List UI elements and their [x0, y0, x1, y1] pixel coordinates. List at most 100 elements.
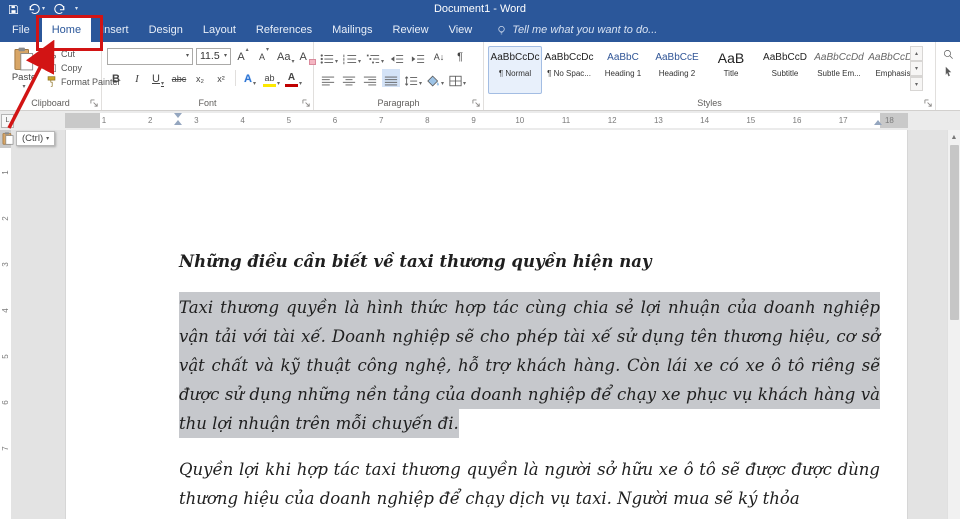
first-line-indent-marker[interactable]: [174, 113, 182, 118]
style-item-heading-1[interactable]: AaBbC Heading 1: [596, 46, 650, 94]
find-button[interactable]: [943, 49, 954, 60]
underline-glyph: U: [152, 73, 160, 85]
ruler-number-18: 18: [884, 116, 894, 125]
highlight-button[interactable]: ab ▾: [262, 69, 281, 87]
style-item-subtitle[interactable]: AaBbCcD Subtitle: [758, 46, 812, 94]
ruler-number-7: 7: [378, 116, 384, 125]
decrease-indent-button[interactable]: [388, 47, 406, 65]
strikethrough-button[interactable]: abc: [170, 69, 188, 87]
grow-font-button[interactable]: A ▴: [234, 47, 252, 65]
tab-references[interactable]: References: [246, 18, 322, 42]
ribbon-tab-row: File Home Insert Design Layout Reference…: [0, 18, 960, 42]
ruler-number-5: 5: [286, 116, 292, 125]
ruler-number-2: 2: [147, 116, 153, 125]
align-center-button[interactable]: [340, 69, 358, 87]
selected-text[interactable]: Taxi thương quyền là hình thức hợp tác c…: [179, 292, 880, 438]
borders-button[interactable]: ▾: [448, 69, 467, 87]
tab-insert[interactable]: Insert: [91, 18, 139, 42]
h-ruler[interactable]: 1 2 3 4 5 6 7 8 9 10 11 12 13 14 15 16 17 18: [65, 113, 908, 128]
bullets-button[interactable]: ▾: [319, 47, 339, 65]
lightbulb-icon: [498, 25, 505, 34]
subscript-button[interactable]: x₂: [191, 69, 209, 87]
tab-mailings[interactable]: Mailings: [322, 18, 382, 42]
styles-dialog-launcher[interactable]: [924, 99, 933, 108]
change-case-caret-icon: ▾: [291, 59, 295, 65]
shading-button[interactable]: ▾: [426, 69, 445, 87]
paragraph-dialog-launcher[interactable]: [472, 99, 481, 108]
font-color-caret-icon: ▾: [299, 81, 303, 87]
right-indent-marker[interactable]: [874, 120, 882, 125]
text-effects-button[interactable]: A ▾: [241, 69, 259, 87]
document-paragraph-selected[interactable]: Taxi thương quyền là hình thức hợp tác c…: [179, 292, 880, 438]
increase-indent-button[interactable]: [409, 47, 427, 65]
bullets-caret-icon: ▾: [335, 59, 339, 65]
document-area: 1 2 3 4 5 6 7 (Ctrl) ▾ Những điều cần biết về …: [0, 130, 960, 519]
paste-button[interactable]: Paste ▾: [6, 47, 42, 90]
h-ruler-text-area: [100, 113, 880, 128]
style-name: ¶ Normal: [498, 69, 532, 78]
text-effects-glyph: A: [244, 73, 252, 85]
italic-button[interactable]: I: [128, 69, 146, 87]
style-preview: AaBbCcD: [763, 52, 807, 63]
numbering-icon: [343, 54, 357, 65]
style-item-subtle-em[interactable]: AaBbCcDd Subtle Em...: [812, 46, 866, 94]
align-left-button[interactable]: [319, 69, 337, 87]
font-size-combobox[interactable]: 11.5 ▾: [196, 47, 231, 65]
find-icon: [943, 50, 953, 59]
sort-button[interactable]: A↓: [430, 47, 448, 65]
increase-indent-icon: [411, 55, 425, 63]
v-ruler-number-7: 7: [1, 446, 10, 451]
clipboard-dialog-launcher[interactable]: [90, 99, 99, 108]
font-name-combobox[interactable]: ▾: [107, 47, 193, 65]
bold-button[interactable]: B: [107, 69, 125, 87]
underline-button[interactable]: U ▾: [149, 69, 167, 87]
line-spacing-button[interactable]: ▾: [403, 69, 423, 87]
styles-scroll-up-button[interactable]: ▴: [910, 46, 923, 61]
shrink-font-button[interactable]: A ▾: [255, 47, 273, 65]
styles-scroll-down-button[interactable]: ▾: [910, 61, 923, 76]
tab-view[interactable]: View: [439, 18, 483, 42]
styles-more-button[interactable]: ▾: [910, 76, 923, 91]
v-ruler[interactable]: 1 2 3 4 5 6 7: [0, 130, 11, 519]
tab-home[interactable]: Home: [41, 18, 92, 42]
document-heading[interactable]: Những điều cần biết về taxi thương quyền…: [179, 252, 880, 271]
show-paragraph-marks-button[interactable]: ¶: [451, 47, 469, 65]
bullets-icon: [320, 54, 334, 64]
v-ruler-number-1: 1: [1, 170, 10, 175]
style-item-heading-2[interactable]: AaBbCcE Heading 2: [650, 46, 704, 94]
style-item-no-spac[interactable]: AaBbCcDc ¶ No Spac...: [542, 46, 596, 94]
tab-file[interactable]: File: [0, 18, 42, 42]
document-page[interactable]: Những điều cần biết về taxi thương quyền…: [65, 130, 908, 519]
vertical-scrollbar[interactable]: ▲: [947, 130, 960, 519]
multilevel-list-button[interactable]: ▾: [365, 47, 385, 65]
ruler-number-4: 4: [240, 116, 245, 125]
style-item-normal[interactable]: AaBbCcDc ¶ Normal: [488, 46, 542, 94]
font-dialog-launcher[interactable]: [302, 99, 311, 108]
paste-options-icon[interactable]: [2, 132, 14, 145]
numbering-button[interactable]: ▾: [342, 47, 362, 65]
ctrl-paste-options-button[interactable]: (Ctrl) ▾: [16, 131, 56, 146]
scrollbar-thumb[interactable]: [950, 145, 959, 320]
hanging-indent-marker[interactable]: [174, 120, 182, 125]
tab-layout[interactable]: Layout: [193, 18, 246, 42]
document-paragraph-2[interactable]: Quyền lợi khi hợp tác taxi thương quyền …: [179, 455, 880, 513]
dialog-launcher-icon: [472, 99, 480, 107]
copy-label: Copy: [61, 62, 83, 73]
font-color-button[interactable]: A ▾: [284, 69, 303, 87]
align-right-button[interactable]: [361, 69, 379, 87]
superscript-button[interactable]: x²: [212, 69, 230, 87]
paragraph-group: ▾ ▾ ▾ A↓ ¶ ▾ ▾ ▾ Paragraph: [314, 42, 484, 110]
tell-me-box[interactable]: Tell me what you want to do...: [496, 18, 657, 42]
tab-selector[interactable]: L: [1, 114, 14, 128]
paragraph-group-label: Paragraph: [377, 98, 420, 108]
ruler-number-6: 6: [332, 116, 338, 125]
format-painter-icon: [47, 76, 56, 87]
scrollbar-up-icon[interactable]: ▲: [948, 130, 960, 144]
tab-design[interactable]: Design: [139, 18, 193, 42]
select-button[interactable]: [943, 66, 954, 77]
change-case-button[interactable]: Aa ▾: [276, 47, 295, 65]
justify-button[interactable]: [382, 69, 400, 87]
tab-review[interactable]: Review: [383, 18, 439, 42]
select-cursor-icon: [945, 66, 951, 77]
style-item-title[interactable]: AaB Title: [704, 46, 758, 94]
